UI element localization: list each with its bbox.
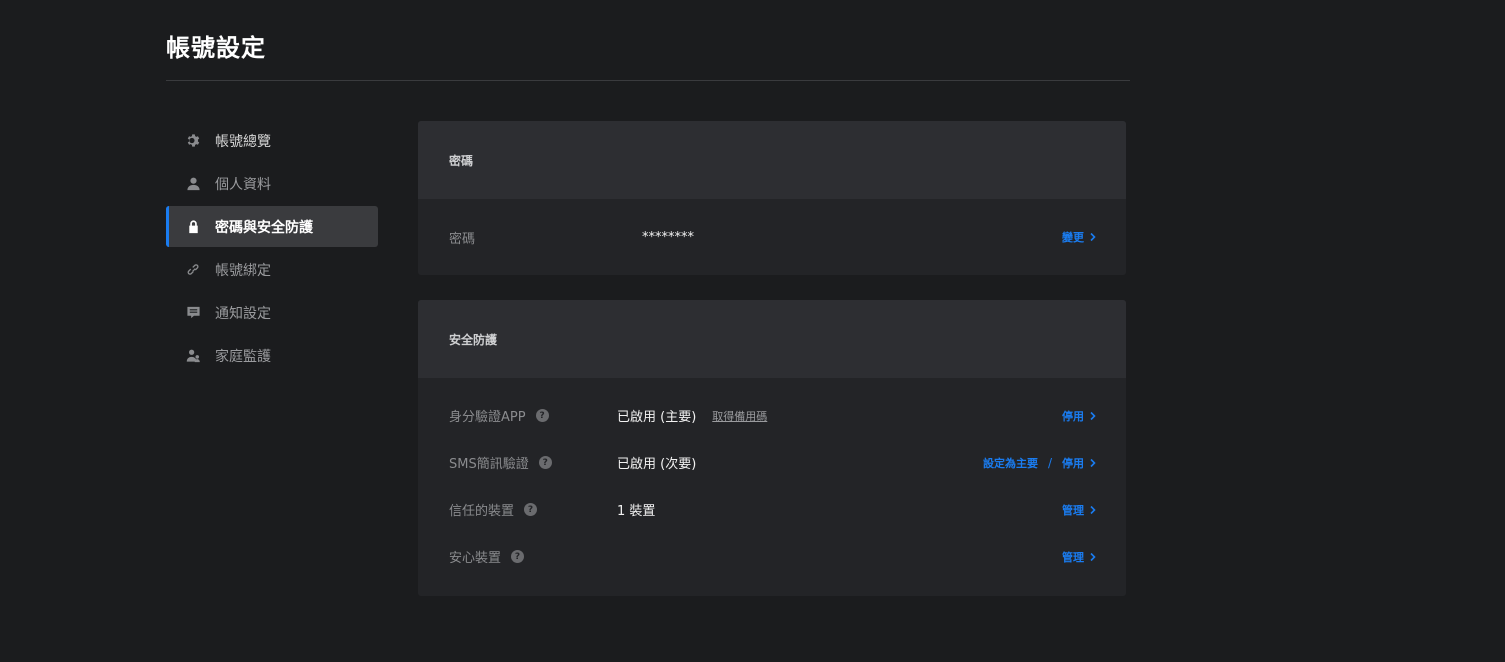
password-card: 密碼 密碼 ******** 變更 bbox=[418, 121, 1126, 275]
password-card-header: 密碼 bbox=[418, 121, 1126, 199]
row-label-text: 信任的裝置 bbox=[449, 504, 515, 519]
change-password-label: 變更 bbox=[1062, 231, 1084, 244]
sidebar-item-label: 家庭監護 bbox=[215, 348, 271, 365]
sidebar-item-password-security[interactable]: 密碼與安全防護 bbox=[166, 206, 378, 247]
trusted-devices-actions: 管理 bbox=[1062, 502, 1098, 518]
family-icon bbox=[185, 348, 201, 364]
sidebar-item-profile[interactable]: 個人資料 bbox=[166, 163, 378, 204]
help-icon[interactable]: ? bbox=[511, 550, 525, 563]
sidebar: 帳號總覽 個人資料 密碼與安全防護 帳號綁定 通知設定 家庭監護 bbox=[166, 120, 378, 378]
action-label: 管理 bbox=[1062, 503, 1084, 517]
chevron-right-icon bbox=[1088, 232, 1098, 242]
action-label: 停用 bbox=[1062, 409, 1084, 423]
trusted-devices-value: 1 裝置 bbox=[617, 500, 655, 519]
password-row: 密碼 ******** 變更 bbox=[418, 199, 1126, 275]
sidebar-item-account-binding[interactable]: 帳號綁定 bbox=[166, 249, 378, 290]
lock-icon bbox=[185, 219, 201, 235]
gear-icon bbox=[185, 133, 201, 149]
set-as-primary-button[interactable]: 設定為主要 bbox=[983, 455, 1038, 471]
change-password-button[interactable]: 變更 bbox=[1062, 229, 1098, 245]
sidebar-item-label: 帳號總覽 bbox=[215, 133, 271, 150]
sidebar-item-label: 通知設定 bbox=[215, 305, 271, 322]
disable-authenticator-button[interactable]: 停用 bbox=[1062, 408, 1098, 424]
sidebar-item-label: 帳號綁定 bbox=[215, 262, 271, 279]
get-backup-codes-link[interactable]: 取得備用碼 bbox=[712, 408, 767, 424]
sidebar-item-label: 個人資料 bbox=[215, 176, 271, 193]
title-divider bbox=[166, 80, 1130, 81]
link-icon bbox=[185, 262, 201, 278]
sms-verification-value: 已啟用 (次要) bbox=[617, 453, 696, 472]
authenticator-app-label: 身分驗證APP ? bbox=[449, 406, 549, 425]
chevron-right-icon bbox=[1088, 458, 1098, 468]
authenticator-app-actions: 停用 bbox=[1062, 408, 1098, 424]
sidebar-item-notification-settings[interactable]: 通知設定 bbox=[166, 292, 378, 333]
password-actions: 變更 bbox=[1062, 229, 1098, 245]
trusted-devices-row: 信任的裝置 ? 1 裝置 管理 bbox=[418, 486, 1126, 533]
chevron-right-icon bbox=[1088, 411, 1098, 421]
trusted-devices-label: 信任的裝置 ? bbox=[449, 500, 538, 519]
authenticator-app-row: 身分驗證APP ? 已啟用 (主要) 取得備用碼 停用 bbox=[418, 392, 1126, 439]
row-label-text: 身分驗證APP bbox=[449, 410, 526, 425]
password-value: ******** bbox=[642, 229, 694, 245]
sidebar-item-label: 密碼與安全防護 bbox=[215, 219, 313, 236]
security-card: 安全防護 身分驗證APP ? 已啟用 (主要) 取得備用碼 停用 SMS簡訊驗證… bbox=[418, 300, 1126, 596]
secure-devices-actions: 管理 bbox=[1062, 549, 1098, 565]
sidebar-item-family-guardian[interactable]: 家庭監護 bbox=[166, 335, 378, 376]
action-label: 管理 bbox=[1062, 550, 1084, 564]
authenticator-app-value: 已啟用 (主要) 取得備用碼 bbox=[617, 406, 767, 426]
sms-verification-label: SMS簡訊驗證 ? bbox=[449, 453, 552, 472]
help-icon[interactable]: ? bbox=[538, 456, 552, 469]
manage-trusted-devices-button[interactable]: 管理 bbox=[1062, 502, 1098, 518]
row-value-text: 已啟用 (次要) bbox=[617, 457, 697, 472]
account-settings-page: 帳號設定 帳號總覽 個人資料 密碼與安全防護 帳號綁定 通知設定 家庭監護 密碼… bbox=[0, 0, 1505, 662]
sms-verification-actions: 設定為主要 / 停用 bbox=[983, 455, 1098, 471]
sidebar-item-account-overview[interactable]: 帳號總覽 bbox=[166, 120, 378, 161]
row-value-text: 已啟用 (主要) bbox=[617, 410, 697, 425]
secure-devices-row: 安心裝置 ? 管理 bbox=[418, 533, 1126, 580]
help-icon[interactable]: ? bbox=[535, 409, 549, 422]
secure-devices-label: 安心裝置 ? bbox=[449, 547, 525, 566]
row-label-text: 安心裝置 bbox=[449, 551, 502, 566]
user-icon bbox=[185, 176, 201, 192]
security-card-header: 安全防護 bbox=[418, 300, 1126, 378]
help-icon[interactable]: ? bbox=[524, 503, 538, 516]
password-label: 密碼 bbox=[449, 231, 476, 247]
disable-sms-button[interactable]: 停用 bbox=[1062, 455, 1098, 471]
row-label-text: SMS簡訊驗證 bbox=[449, 457, 529, 472]
action-separator: / bbox=[1047, 455, 1052, 470]
sms-verification-row: SMS簡訊驗證 ? 已啟用 (次要) 設定為主要 / 停用 bbox=[418, 439, 1126, 486]
chevron-right-icon bbox=[1088, 505, 1098, 515]
page-title: 帳號設定 bbox=[166, 34, 266, 62]
row-value-text: 1 裝置 bbox=[617, 504, 656, 519]
manage-secure-devices-button[interactable]: 管理 bbox=[1062, 549, 1098, 565]
action-label: 停用 bbox=[1062, 456, 1084, 470]
chevron-right-icon bbox=[1088, 552, 1098, 562]
message-icon bbox=[185, 305, 201, 321]
